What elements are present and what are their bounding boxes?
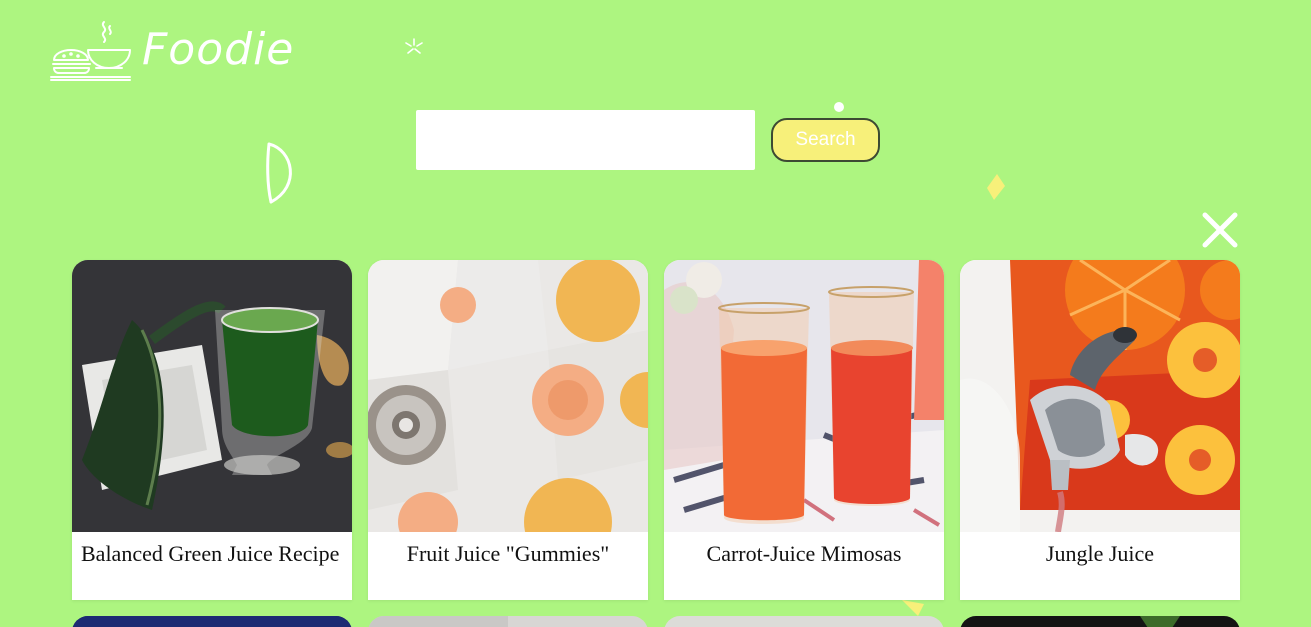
search-input[interactable]: [416, 110, 755, 170]
recipe-card[interactable]: Balanced Green Juice Recipe: [72, 260, 352, 600]
green-juice-photo: [72, 260, 352, 532]
arc-decoration: [266, 142, 292, 204]
recipe-photo: [368, 616, 648, 627]
dot-decoration: [834, 102, 844, 112]
recipe-photo: [664, 616, 944, 627]
recipe-title: Carrot-Juice Mimosas: [706, 541, 902, 566]
recipe-card[interactable]: Fruit Juice "Gummies": [368, 260, 648, 600]
carrot-mimosa-photo: [664, 260, 944, 532]
recipe-card[interactable]: [960, 616, 1240, 627]
brand-name: Foodie: [142, 24, 295, 75]
recipe-card[interactable]: Carrot-Juice Mimosas: [664, 260, 944, 600]
page: Foodie Search Balanced Green Juice Recip…: [0, 0, 1311, 627]
recipe-title: Jungle Juice: [1045, 541, 1155, 566]
sparkle-decoration: [405, 38, 423, 54]
jungle-juice-photo: [960, 260, 1240, 532]
close-icon[interactable]: [1200, 210, 1240, 250]
recipe-card[interactable]: [72, 616, 352, 627]
recipe-photo: [72, 616, 352, 627]
recipe-photo: [960, 616, 1240, 627]
brand-logo[interactable]: Foodie: [50, 18, 294, 82]
recipe-card[interactable]: [368, 616, 648, 627]
food-bowl-icon: [50, 21, 131, 81]
recipe-title: Fruit Juice "Gummies": [406, 541, 610, 566]
diamond-decoration: [987, 174, 1005, 200]
gummies-photo: [368, 260, 648, 532]
search-button[interactable]: Search: [771, 118, 880, 162]
recipe-card[interactable]: Jungle Juice: [960, 260, 1240, 600]
recipe-card[interactable]: [664, 616, 944, 627]
recipe-title: Balanced Green Juice Recipe: [81, 541, 340, 566]
